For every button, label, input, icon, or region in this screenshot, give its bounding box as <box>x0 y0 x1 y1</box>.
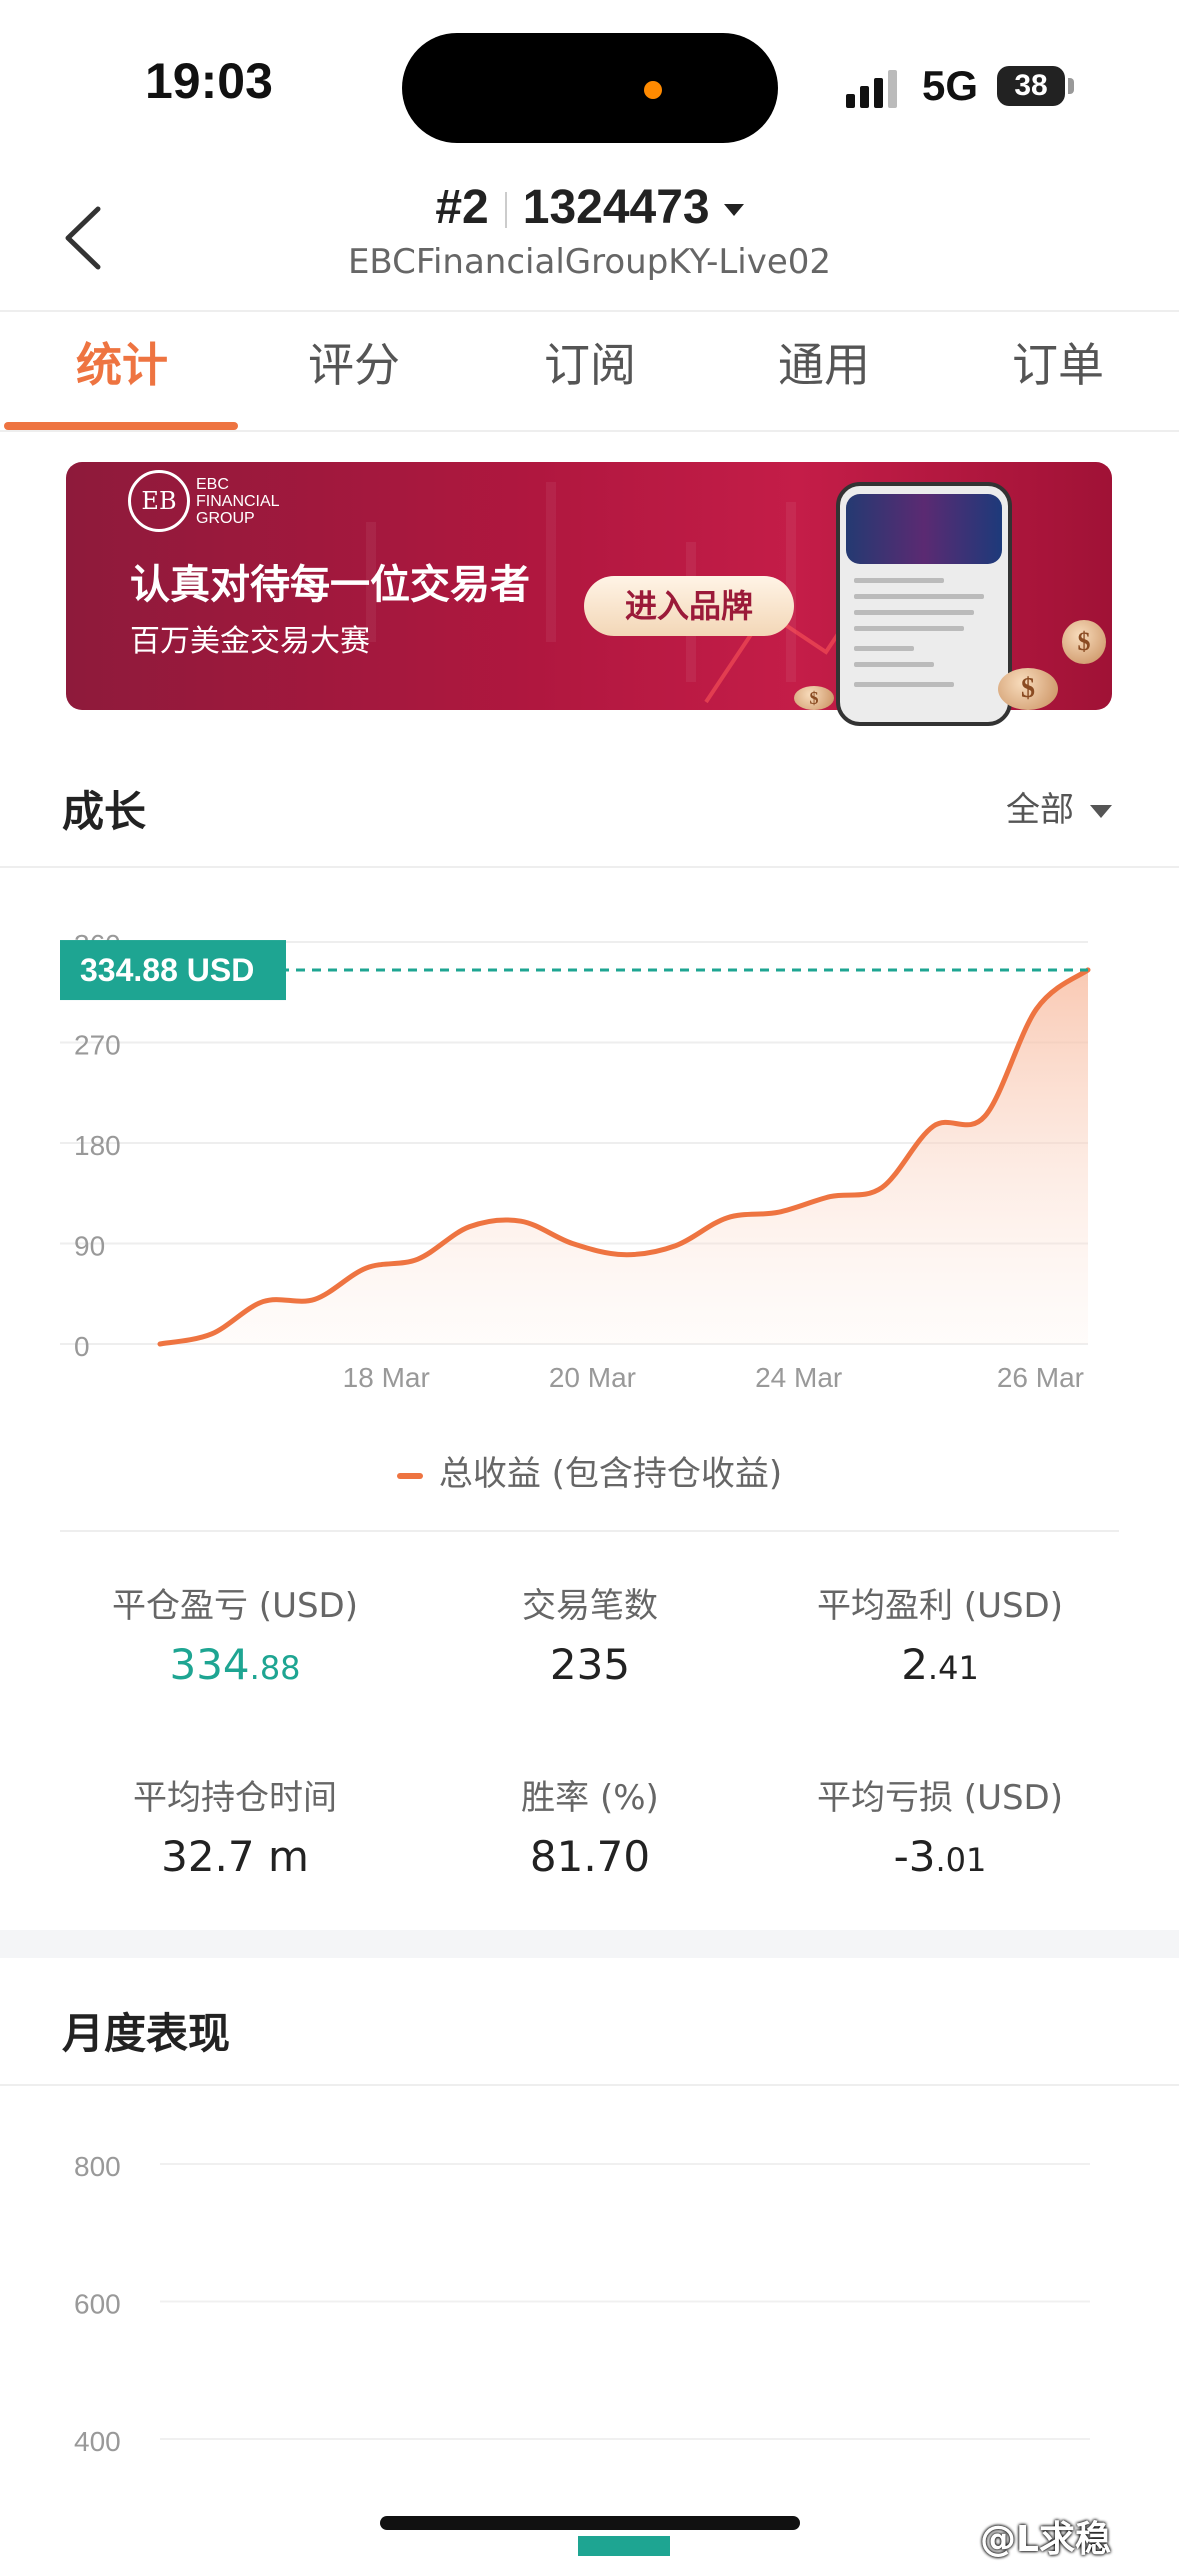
stat-avg-profit-value: 2.41 <box>760 1640 1120 1689</box>
legend-label: 总收益 (包含持仓收益) <box>438 1454 783 1494</box>
watermark-text: @L求稳 <box>980 2519 1111 2560</box>
stat-value-int: -3 <box>893 1832 936 1881</box>
active-tab-indicator <box>4 422 238 430</box>
stat-trade-count-value: 235 <box>410 1640 770 1689</box>
account-number: 1324473 <box>522 181 710 234</box>
stat-value-int: 32.7 m <box>161 1832 309 1881</box>
stat-avg-hold-time-value: 32.7 m <box>55 1832 415 1881</box>
tab-statistics[interactable]: 统计 <box>4 330 240 400</box>
range-filter-label: 全部 <box>1006 790 1074 830</box>
coin-icon: $ <box>998 668 1058 710</box>
y-tick-label: 0 <box>74 1331 90 1362</box>
stat-value-dec: .01 <box>935 1841 987 1879</box>
y-tick-label: 600 <box>74 2289 121 2320</box>
x-tick-label: 24 Mar <box>755 1362 842 1393</box>
y-tick-label: 180 <box>74 1130 121 1161</box>
current-value-label: 334.88 USD <box>80 952 254 988</box>
growth-line-chart: 09018027036018 Mar20 Mar24 Mar26 Mar 334… <box>60 929 1091 1393</box>
y-tick-label: 800 <box>74 2151 121 2182</box>
account-selector[interactable]: #2 1324473 <box>0 180 1179 235</box>
ebc-logo-icon: EB <box>128 470 190 532</box>
growth-header-divider <box>0 866 1179 868</box>
stat-value-int: 81.70 <box>529 1832 651 1881</box>
y-tick-label: 400 <box>74 2426 121 2457</box>
x-tick-label: 20 Mar <box>549 1362 636 1393</box>
y-tick-label: 270 <box>74 1030 121 1061</box>
stat-trade-count-label: 交易笔数 <box>522 1586 658 1626</box>
legend-divider <box>60 1530 1119 1532</box>
battery-tip <box>1068 78 1074 94</box>
stat-value-int: 235 <box>549 1640 631 1689</box>
stat-win-rate-value: 81.70 <box>410 1832 770 1881</box>
growth-area-fill <box>160 969 1088 1344</box>
phone-mockup-image <box>836 482 1012 726</box>
stat-closed-pnl-label: 平仓盈亏 (USD) <box>112 1586 358 1626</box>
ebc-logo-text: EBC FINANCIAL GROUP <box>196 476 279 527</box>
battery-icon: 38 <box>997 66 1065 106</box>
tab-general[interactable]: 通用 <box>706 330 942 400</box>
tab-bar: 统计 评分 订阅 通用 订单 <box>0 330 1179 430</box>
stat-value-int: 2 <box>901 1640 928 1689</box>
y-tick-label: 90 <box>74 1231 105 1262</box>
header-divider <box>0 310 1179 312</box>
status-time: 19:03 <box>145 53 273 109</box>
signal-icon <box>846 70 898 108</box>
stat-closed-pnl-value: 334.88 <box>55 1640 415 1689</box>
dynamic-island <box>402 33 778 143</box>
stat-avg-profit-label: 平均盈利 (USD) <box>817 1586 1063 1626</box>
stat-avg-loss-value: -3.01 <box>760 1832 1120 1881</box>
x-tick-label: 26 Mar <box>997 1362 1084 1393</box>
monthly-bar-chart: 200400600800 <box>74 2151 1090 2556</box>
stat-value-int: 334 <box>169 1640 250 1689</box>
network-label: 5G <box>922 62 979 109</box>
stat-win-rate-label: 胜率 (%) <box>521 1778 659 1818</box>
coin-icon: $ <box>1062 620 1106 664</box>
tabs-divider <box>0 430 1179 432</box>
server-name: EBCFinancialGroupKY-Live02 <box>347 242 832 282</box>
tab-rating[interactable]: 评分 <box>236 330 472 400</box>
stat-avg-hold-time-label: 平均持仓时间 <box>133 1778 337 1818</box>
growth-section-title: 成长 <box>62 787 147 836</box>
caret-down-icon <box>723 204 744 217</box>
caret-down-icon <box>1090 805 1112 818</box>
home-indicator[interactable] <box>380 2516 800 2530</box>
stat-avg-loss-label: 平均亏损 (USD) <box>817 1778 1063 1818</box>
enter-brand-button[interactable]: 进入品牌 <box>584 576 794 636</box>
tab-subscription[interactable]: 订阅 <box>472 330 708 400</box>
range-filter-dropdown[interactable]: 全部 <box>1006 782 1112 831</box>
monthly-bar <box>578 2536 670 2556</box>
rank-label: #2 <box>435 181 489 234</box>
chart-legend: 总收益 (包含持仓收益) <box>0 1446 1179 1495</box>
section-gap <box>0 1930 1179 1958</box>
title-separator <box>504 192 507 229</box>
legend-swatch <box>396 1472 423 1479</box>
tab-orders[interactable]: 订单 <box>940 330 1176 400</box>
banner-subtitle: 百万美金交易大赛 <box>130 624 370 659</box>
x-tick-label: 18 Mar <box>343 1362 430 1393</box>
stat-value-dec: .41 <box>927 1649 979 1687</box>
stat-value-dec: .88 <box>249 1649 301 1687</box>
coin-icon: $ <box>794 686 834 710</box>
banner-title: 认真对待每一位交易者 <box>130 562 530 608</box>
monthly-section-title: 月度表现 <box>62 2009 231 2058</box>
privacy-indicator-dot <box>644 81 662 99</box>
